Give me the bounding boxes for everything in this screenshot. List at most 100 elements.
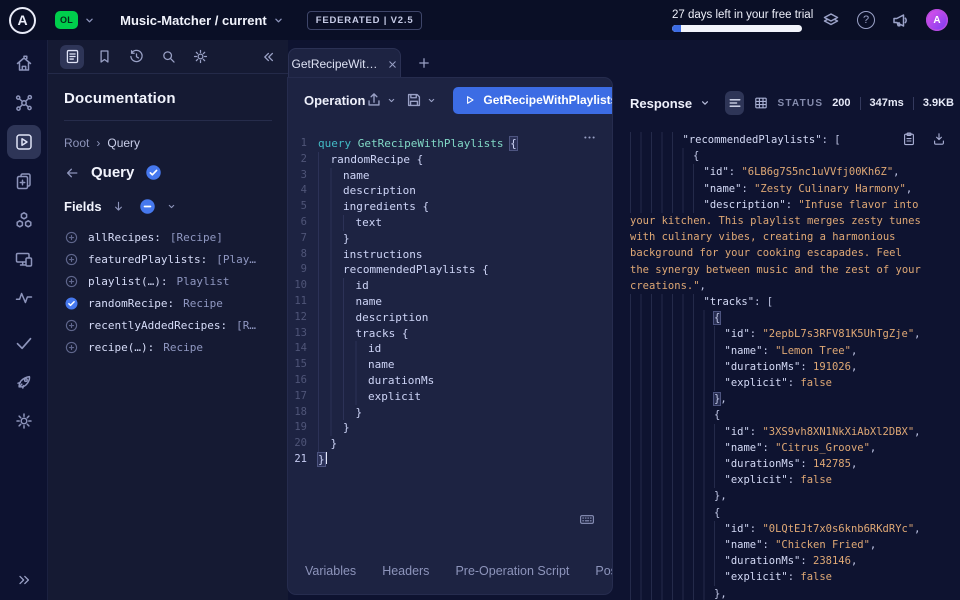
field-type: [Recipe] <box>170 231 223 244</box>
rail-clients-icon[interactable] <box>7 242 41 276</box>
rail-checks-icon[interactable] <box>7 326 41 360</box>
response-chevron-down-icon[interactable] <box>699 97 711 109</box>
share-icon[interactable] <box>365 91 383 109</box>
graph-selector[interactable]: Music-Matcher / current <box>120 13 267 28</box>
text-cursor <box>326 452 328 464</box>
apollo-logo[interactable]: A <box>9 7 36 34</box>
editor-line: 10id <box>288 278 612 294</box>
line-number: 20 <box>288 436 318 452</box>
editor-line: 4description <box>288 183 612 199</box>
doc-settings-icon[interactable] <box>188 45 212 69</box>
expand-rail-icon[interactable] <box>0 572 47 588</box>
response-line: "explicit": false <box>630 569 960 585</box>
response-line: "durationMs": 238146, <box>630 553 960 569</box>
run-operation-button[interactable]: GetRecipeWithPlaylists <box>453 87 612 114</box>
field-selected-icon[interactable] <box>64 296 79 311</box>
history-icon[interactable] <box>124 45 148 69</box>
breadcrumb-current[interactable]: Query <box>107 136 140 150</box>
graph-chevron-down-icon[interactable] <box>272 14 285 27</box>
field-row[interactable]: recentlyAddedRecipes: [R… <box>64 314 272 336</box>
bottom-tab-headers[interactable]: Headers <box>382 564 429 578</box>
collapse-panel-icon[interactable] <box>260 49 276 65</box>
help-icon[interactable]: ? <box>857 11 875 29</box>
rail-home-icon[interactable] <box>7 47 41 81</box>
editor-line: 7} <box>288 231 612 247</box>
raw-view-icon[interactable] <box>725 91 744 115</box>
line-number: 18 <box>288 405 318 421</box>
keyboard-shortcuts-icon[interactable] <box>577 511 597 528</box>
line-number: 10 <box>288 278 318 294</box>
editor-line: 11name <box>288 294 612 310</box>
sort-fields-icon[interactable] <box>112 200 125 213</box>
field-row[interactable]: playlist(…):Playlist <box>64 270 272 292</box>
fields-chevron-down-icon[interactable] <box>166 201 177 212</box>
add-field-icon[interactable] <box>64 230 79 245</box>
table-view-icon[interactable] <box>751 91 770 115</box>
close-tab-icon[interactable] <box>387 59 398 70</box>
editor-line: 13tracks { <box>288 326 612 342</box>
rail-changelog-icon[interactable] <box>7 164 41 198</box>
field-row[interactable]: recipe(…):Recipe <box>64 336 272 358</box>
rail-explorer-icon[interactable] <box>7 125 41 159</box>
line-number: 19 <box>288 420 318 436</box>
org-chevron-down-icon[interactable] <box>83 14 96 27</box>
documentation-tab-icon[interactable] <box>60 45 84 69</box>
response-line: }, <box>630 586 960 600</box>
copy-response-icon[interactable] <box>901 131 917 147</box>
graphs-menu-icon[interactable] <box>821 10 841 30</box>
field-name: recentlyAddedRecipes: <box>88 319 227 332</box>
back-arrow-icon[interactable] <box>64 165 80 181</box>
line-number: 16 <box>288 373 318 389</box>
org-badge[interactable]: OL <box>55 11 78 29</box>
line-number: 12 <box>288 310 318 326</box>
field-type: [Play… <box>216 253 256 266</box>
operation-tab[interactable]: GetRecipeWit… <box>288 48 401 79</box>
line-number: 2 <box>288 152 318 168</box>
new-tab-icon[interactable] <box>413 52 435 74</box>
rail-subgraphs-icon[interactable] <box>7 203 41 237</box>
deselect-all-icon[interactable] <box>139 198 156 215</box>
line-number: 1 <box>288 136 318 152</box>
rail-graph-icon[interactable] <box>7 86 41 120</box>
response-line: { <box>630 407 960 423</box>
field-row[interactable]: randomRecipe:Recipe <box>64 292 272 314</box>
response-line: }, <box>630 488 960 504</box>
response-panel: Response STATUS 200 347ms 3.9KB "recomme… <box>620 40 960 600</box>
graphql-editor[interactable]: 1query GetRecipeWithPlaylists {2randomRe… <box>288 136 612 468</box>
divider <box>913 97 914 110</box>
line-number: 17 <box>288 389 318 405</box>
bottom-tab-post-operation-script[interactable]: Post-Operation Script <box>595 564 612 578</box>
announcements-icon[interactable] <box>890 10 910 30</box>
response-line: { <box>630 505 960 521</box>
save-chevron-down-icon[interactable] <box>426 95 437 106</box>
field-row[interactable]: featuredPlaylists: [Play… <box>64 248 272 270</box>
type-selected-check-icon[interactable] <box>145 164 162 181</box>
search-icon[interactable] <box>156 45 180 69</box>
rail-settings-icon[interactable] <box>7 404 41 438</box>
add-field-icon[interactable] <box>64 252 79 267</box>
breadcrumb-root[interactable]: Root <box>64 136 89 150</box>
response-line: background for your cooking escapades. F… <box>630 245 960 261</box>
response-line: "explicit": false <box>630 472 960 488</box>
response-line: the synergy between music and the zest o… <box>630 262 960 278</box>
fields-list: allRecipes:[Recipe] featuredPlaylists: [Pl… <box>64 226 272 358</box>
add-field-icon[interactable] <box>64 274 79 289</box>
rail-launches-icon[interactable] <box>7 365 41 399</box>
field-type: Recipe <box>163 341 203 354</box>
field-type: [R… <box>236 319 256 332</box>
editor-line: 21} <box>288 452 612 468</box>
bookmarks-icon[interactable] <box>92 45 116 69</box>
add-field-icon[interactable] <box>64 318 79 333</box>
share-chevron-down-icon[interactable] <box>386 95 397 106</box>
field-name: featuredPlaylists: <box>88 253 207 266</box>
save-icon[interactable] <box>405 91 423 109</box>
field-row[interactable]: allRecipes:[Recipe] <box>64 226 272 248</box>
trial-progress-fill <box>672 25 681 32</box>
bottom-tab-pre-operation-script[interactable]: Pre-Operation Script <box>455 564 569 578</box>
download-response-icon[interactable] <box>931 131 947 147</box>
rail-insights-icon[interactable] <box>7 281 41 315</box>
bottom-tab-variables[interactable]: Variables <box>305 564 356 578</box>
editor-line: 1query GetRecipeWithPlaylists { <box>288 136 612 152</box>
add-field-icon[interactable] <box>64 340 79 355</box>
user-avatar[interactable]: A <box>926 9 948 31</box>
